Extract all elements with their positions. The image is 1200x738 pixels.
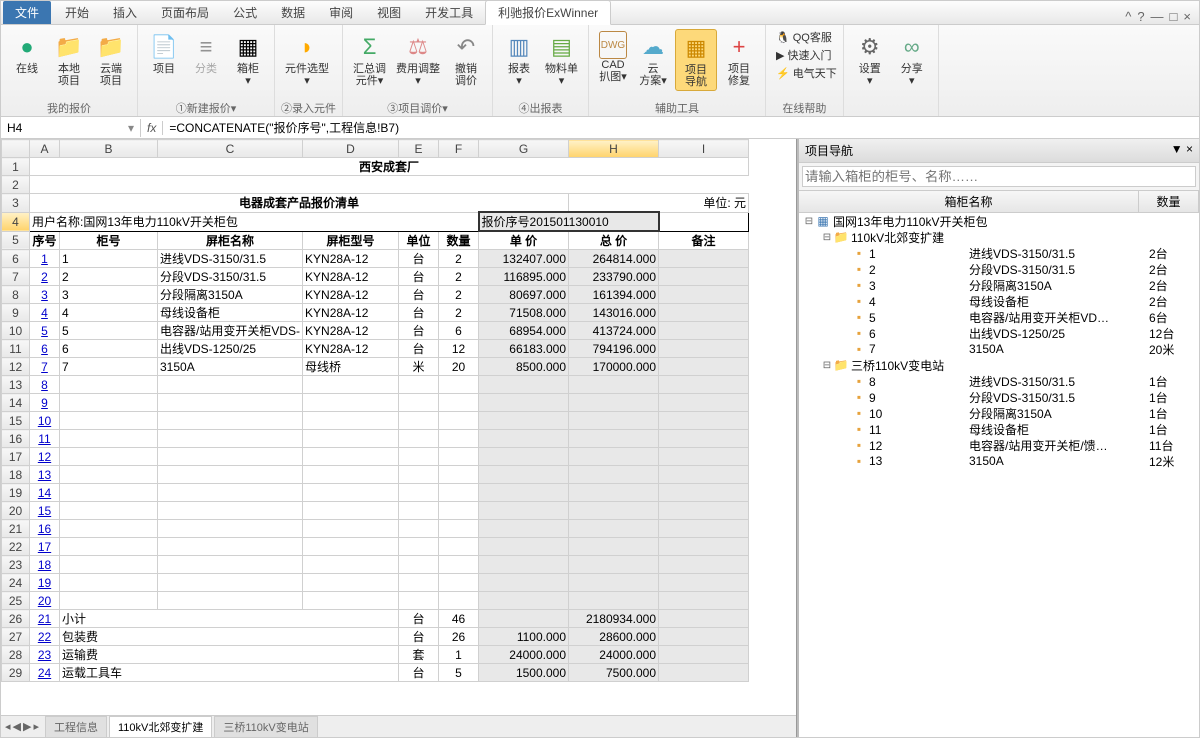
tree-item[interactable]: ▪1进线VDS-3150/31.52台 (799, 245, 1199, 261)
col-header-D[interactable]: D (303, 140, 399, 158)
cloud-project-button[interactable]: 📁云端项目 (91, 29, 131, 89)
col-header-E[interactable]: E (399, 140, 439, 158)
quickstart-link[interactable]: ▶快速入门 (776, 47, 837, 63)
tree-item[interactable]: ⊟📁三桥110kV变电站 (799, 357, 1199, 373)
fee-adjust-button[interactable]: ⚖费用调整▾ (392, 29, 444, 89)
menu-tabs: 文件开始插入页面布局公式数据审阅视图开发工具利驰报价ExWinner ^? — □ × (1, 1, 1199, 25)
close-button[interactable]: × (1183, 9, 1191, 24)
tree-item[interactable]: ▪12电容器/站用变开关柜/馈…11台 (799, 437, 1199, 453)
tab-5[interactable]: 数据 (269, 1, 317, 24)
tab-0[interactable]: 文件 (3, 1, 51, 24)
col-header-A[interactable]: A (30, 140, 60, 158)
settings-button[interactable]: ⚙设置▾ (850, 29, 890, 89)
max-button[interactable]: □ (1170, 9, 1178, 24)
tab-8[interactable]: 开发工具 (413, 1, 485, 24)
tree-item[interactable]: ▪133150A12米 (799, 453, 1199, 469)
tab-6[interactable]: 审阅 (317, 1, 365, 24)
elec-link[interactable]: ⚡电气天下 (776, 65, 837, 81)
h-scrollbar[interactable] (318, 719, 796, 735)
help-button[interactable]: ? (1137, 9, 1144, 24)
up-button[interactable]: ^ (1125, 9, 1131, 24)
min-button[interactable]: — (1151, 9, 1164, 24)
cabinet-button[interactable]: ▦箱柜▾ (228, 29, 268, 89)
ribbon: ●在线📁本地项目📁云端项目我的报价📄项目≡分类▦箱柜▾①新建报价▾◗元件选型▾②… (1, 25, 1199, 117)
tree-item[interactable]: ▪73150A20米 (799, 341, 1199, 357)
formula-bar: H4▾ fx =CONCATENATE("报价序号",工程信息!B7) (1, 117, 1199, 139)
online-button[interactable]: ●在线 (7, 29, 47, 77)
tree-item[interactable]: ▪5电容器/站用变开关柜VD…6台 (799, 309, 1199, 325)
name-box[interactable]: H4▾ (1, 119, 141, 137)
formula-input[interactable]: =CONCATENATE("报价序号",工程信息!B7) (163, 117, 1199, 138)
project-repair-button[interactable]: +项目修复 (719, 29, 759, 89)
qq-link[interactable]: 🐧QQ客服 (776, 29, 837, 45)
cad-button[interactable]: DWGCAD扒图▾ (595, 29, 631, 85)
cabinet-search-input[interactable] (802, 166, 1196, 187)
tree-item[interactable]: ▪3分段隔离3150A2台 (799, 277, 1199, 293)
tree-item[interactable]: ▪11母线设备柜1台 (799, 421, 1199, 437)
fx-icon[interactable]: fx (141, 121, 163, 135)
col-header-C[interactable]: C (158, 140, 303, 158)
summarize-button[interactable]: Σ汇总调元件▾ (349, 29, 390, 89)
tree-item[interactable]: ▪4母线设备柜2台 (799, 293, 1199, 309)
sheet-tabs: ◂◀▶▸ 工程信息110kV北郊变扩建三桥110kV变电站 (1, 715, 796, 737)
tab-7[interactable]: 视图 (365, 1, 413, 24)
col-header-I[interactable]: I (659, 140, 749, 158)
sheet-tab-1[interactable]: 110kV北郊变扩建 (109, 716, 212, 737)
tree-item[interactable]: ▪10分段隔离3150A1台 (799, 405, 1199, 421)
report-button[interactable]: ▥报表▾ (499, 29, 539, 89)
tab-2[interactable]: 插入 (101, 1, 149, 24)
col-header-H[interactable]: H (569, 140, 659, 158)
col-header-F[interactable]: F (439, 140, 479, 158)
tree-item[interactable]: ▪2分段VDS-3150/31.52台 (799, 261, 1199, 277)
spreadsheet-grid: ABCDEFGHI1西安成套厂23电器成套产品报价清单单位: 元4用户名称:国网… (1, 139, 796, 715)
tab-3[interactable]: 页面布局 (149, 1, 221, 24)
tab-4[interactable]: 公式 (221, 1, 269, 24)
tree-item[interactable]: ⊟📁110kV北郊变扩建 (799, 229, 1199, 245)
col-header-G[interactable]: G (479, 140, 569, 158)
project-button[interactable]: 📄项目 (144, 29, 184, 77)
cloud-scheme-button[interactable]: ☁云方案▾ (633, 29, 673, 89)
selected-cell[interactable]: 报价序号201501130010 (479, 212, 659, 231)
tree-item[interactable]: ▪6出线VDS-1250/2512台 (799, 325, 1199, 341)
bom-button[interactable]: ▤物料单▾ (541, 29, 582, 89)
col-header-B[interactable]: B (60, 140, 158, 158)
tab-9[interactable]: 利驰报价ExWinner (485, 0, 611, 25)
tree-item[interactable]: ▪8进线VDS-3150/31.51台 (799, 373, 1199, 389)
panel-title: 项目导航 (805, 142, 853, 159)
local-project-button[interactable]: 📁本地项目 (49, 29, 89, 89)
tree-item[interactable]: ⊟▦国网13年电力110kV开关柜包 (799, 213, 1199, 229)
classify-button[interactable]: ≡分类 (186, 29, 226, 77)
project-nav-button[interactable]: ▦项目导航 (675, 29, 717, 91)
share-button[interactable]: ∞分享▾ (892, 29, 932, 89)
project-nav-panel: 项目导航 ▼ × 箱柜名称 数量 ⊟▦国网13年电力110kV开关柜包⊟📁110… (797, 139, 1199, 737)
tree-item[interactable]: ▪9分段VDS-3150/31.51台 (799, 389, 1199, 405)
sheet-tab-0[interactable]: 工程信息 (45, 716, 107, 737)
sheet-tab-2[interactable]: 三桥110kV变电站 (214, 716, 317, 737)
tab-1[interactable]: 开始 (53, 1, 101, 24)
undo-adjust-button[interactable]: ↶撤销调价 (446, 29, 486, 89)
component-select-button[interactable]: ◗元件选型▾ (281, 29, 333, 89)
